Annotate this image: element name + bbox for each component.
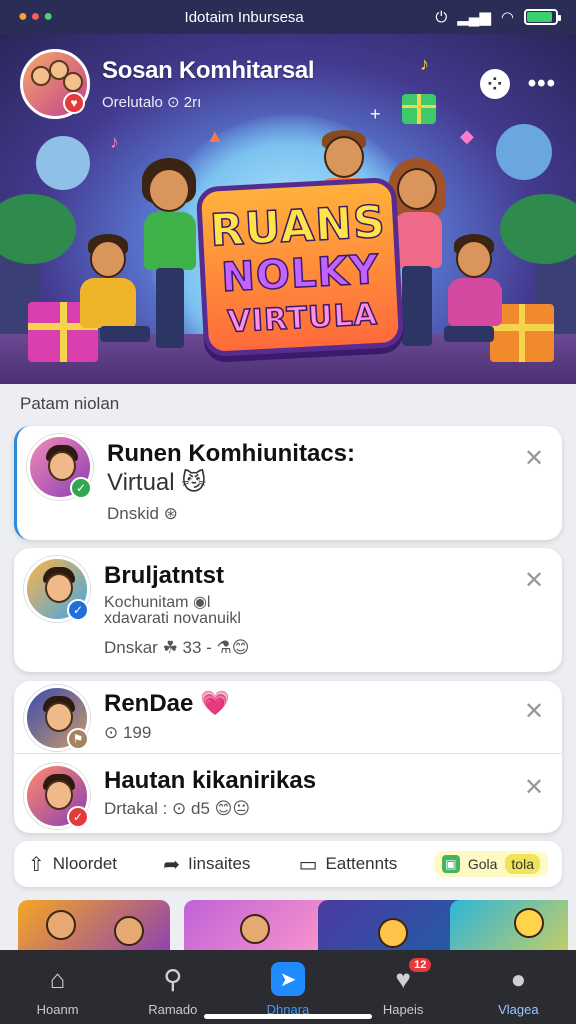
group-avatar[interactable]: ♥ xyxy=(20,49,90,119)
wifi-icon: ◠ xyxy=(500,9,514,26)
nav-label: Hoanm xyxy=(36,1002,79,1017)
comment-icon: ▭ xyxy=(298,853,318,876)
search-icon: ⚲ xyxy=(163,963,183,994)
group-header: ♥ Sosan Komhitarsal Orelutalo ⊙ 2rı ⁘ ••… xyxy=(20,48,556,120)
chip-text: Gola xyxy=(467,856,498,872)
card-title-line2: Virtual 😼 xyxy=(107,469,207,496)
alarm-icon: ⏻ xyxy=(435,8,448,26)
nav-home[interactable]: ⌂ Hoanm xyxy=(8,962,108,1018)
status-app-icons: ● ● ● xyxy=(18,8,53,26)
group-badge-icon: ♥ xyxy=(63,92,85,114)
home-icon: ⌂ xyxy=(49,963,66,994)
avatar: ✓ xyxy=(24,556,90,622)
group-title: Sosan Komhitarsal xyxy=(102,57,315,84)
action-nloordet[interactable]: ⇧ Nloordet xyxy=(28,852,153,877)
thumbnail-4[interactable] xyxy=(450,900,568,950)
lock-icon: ▣ xyxy=(441,855,460,873)
verified-icon: ✓ xyxy=(70,477,92,499)
verified-icon: ✓ xyxy=(67,806,89,828)
thumbnail-3[interactable] xyxy=(318,900,470,950)
card-title: RenDae 💗 xyxy=(104,690,230,717)
action-label: Nloordet xyxy=(52,854,118,873)
chip-pill: tola xyxy=(505,854,540,874)
hero-banner: + ♪ ♪ ▲ ◆ RUANS NOLKY VIRTULA ♥ Sosan Ko… xyxy=(0,34,576,384)
section-label: Patam niolan xyxy=(20,394,120,413)
share-box-icon: ⇧ xyxy=(28,853,45,876)
action-label: Eattennts xyxy=(325,854,398,873)
event-logo: RUANS NOLKY VIRTULA xyxy=(195,176,405,358)
options-button[interactable]: ⁘ xyxy=(479,69,510,99)
card-title: Bruljatntst xyxy=(104,562,224,589)
app-icon-orange: ● xyxy=(18,8,28,25)
list-item[interactable]: ✓ Hautan kikanirikas Drtakal : ⊙ d5 😊😐 ✕ xyxy=(14,753,562,833)
logo-line-2: NOLKY xyxy=(220,246,382,302)
dots-grid-icon: ⁘ xyxy=(487,73,503,94)
close-icon[interactable]: ✕ xyxy=(522,773,546,802)
nav-label: Hapeis xyxy=(382,1002,424,1017)
battery-icon xyxy=(523,9,561,25)
planet-right xyxy=(496,124,552,180)
thumbnail-strip xyxy=(18,900,568,950)
card-meta: Dnskid ⊛ xyxy=(107,504,178,523)
card-subtitle-line2: xdavarati novanuikl xyxy=(104,610,241,627)
close-icon[interactable]: ✕ xyxy=(522,566,546,595)
nav-profile[interactable]: ● Vlagea xyxy=(468,962,568,1018)
avatar: ✓ xyxy=(24,763,90,829)
send-icon: ➤ xyxy=(270,962,305,996)
notification-badge: 12 xyxy=(409,958,432,972)
logo-line-3: VIRTULA xyxy=(226,296,379,340)
list-item[interactable]: ⚑ RenDae 💗 ⊙ 199 ✕ xyxy=(14,681,562,753)
card-meta: Drtakal : ⊙ d5 😊😐 xyxy=(104,799,251,818)
card-meta: Dnskar ☘ 33 - ⚗😊 xyxy=(104,638,250,657)
action-iinsaites[interactable]: ➦ Iinsaites xyxy=(163,852,288,877)
action-bar: ⇧ Nloordet ➦ Iinsaites ▭ Eattennts ▣ Gol… xyxy=(14,841,562,887)
card-title: Runen Komhiunitacs: xyxy=(107,440,356,467)
signal-icon: ▂▄▆ xyxy=(457,9,491,26)
community-card-2[interactable]: ✓ Bruljatntst Kochunitam ◉l xdavarati no… xyxy=(14,548,562,672)
more-icon[interactable]: ••• xyxy=(528,70,556,98)
close-icon[interactable]: ✕ xyxy=(522,444,546,473)
group-subtitle: Orelutalo ⊙ 2rı xyxy=(102,94,202,111)
nav-activity[interactable]: ♥ 12 Hapeis xyxy=(353,958,453,1017)
avatar: ⚑ xyxy=(24,685,90,751)
home-indicator xyxy=(204,1014,372,1019)
app-icon-red: ● xyxy=(30,8,41,25)
nav-label: Vlagea xyxy=(498,1002,539,1017)
community-card-1[interactable]: ✓ Runen Komhiunitacs: Virtual 😼 Dnskid ⊛… xyxy=(14,426,562,540)
thumbnail-2[interactable] xyxy=(184,900,336,950)
forward-arrow-icon: ➦ xyxy=(163,853,181,876)
bottom-nav: ⌂ Hoanm ⚲ Ramado ➤ Dhnara ♥ 12 Hapeis ● … xyxy=(0,950,576,1024)
avatar: ✓ xyxy=(27,434,93,500)
action-eattennts[interactable]: ▭ Eattennts xyxy=(299,852,424,877)
nav-search[interactable]: ⚲ Ramado xyxy=(123,962,223,1018)
status-chip[interactable]: ▣ Gola tola xyxy=(433,851,548,877)
action-label: Iinsaites xyxy=(188,854,251,873)
app-icon-green: ● xyxy=(43,8,54,25)
nav-send[interactable]: ➤ Dhnara xyxy=(238,962,338,1017)
flag-icon: ⚑ xyxy=(67,728,89,750)
nav-label: Ramado xyxy=(148,1002,198,1017)
community-card-group: ⚑ RenDae 💗 ⊙ 199 ✕ ✓ Hautan kikanirikas … xyxy=(14,681,562,833)
close-icon[interactable]: ✕ xyxy=(522,697,546,726)
status-title: Idotaim Inbursesa xyxy=(184,8,304,26)
verified-icon: ✓ xyxy=(67,599,89,621)
card-title: Hautan kikanirikas xyxy=(104,767,317,794)
profile-icon: ● xyxy=(510,963,527,994)
thumbnail-1[interactable] xyxy=(18,900,170,950)
card-meta: ⊙ 199 xyxy=(104,723,152,742)
planet-left xyxy=(36,136,90,190)
status-bar: ● ● ● Idotaim Inbursesa ⏻ ▂▄▆ ◠ xyxy=(0,0,576,34)
card-subtitle: Kochunitam ◉l xyxy=(104,594,211,611)
